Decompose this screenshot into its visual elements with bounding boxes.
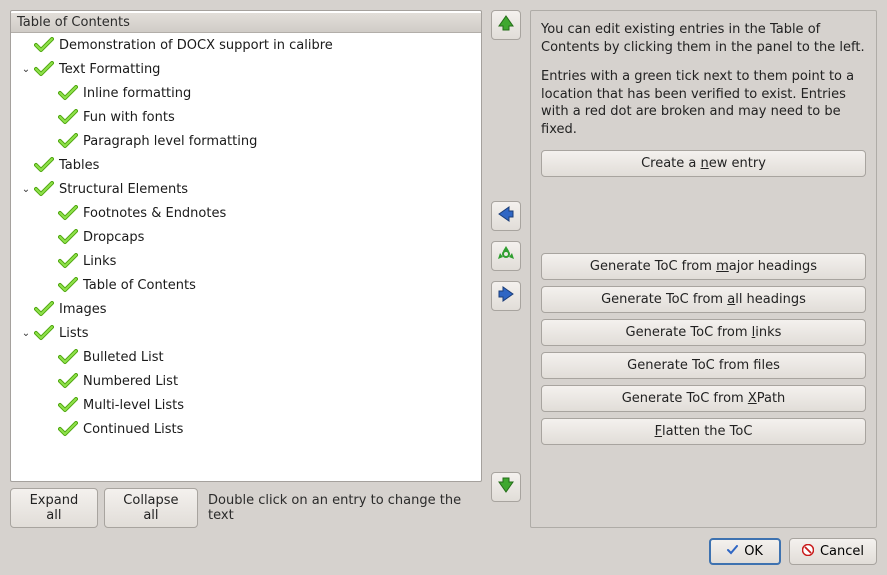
toc-item[interactable]: Tables bbox=[11, 153, 481, 177]
toc-tree-header: Table of Contents bbox=[11, 13, 481, 33]
toc-item-label: Dropcaps bbox=[83, 230, 144, 245]
collapse-icon[interactable]: ⌄ bbox=[19, 184, 33, 195]
cancel-icon bbox=[802, 544, 814, 560]
edit-hint: Double click on an entry to change the t… bbox=[208, 493, 482, 523]
generate-links-button[interactable]: Generate ToC from links bbox=[541, 319, 866, 346]
toc-item-label: Tables bbox=[59, 158, 99, 173]
toc-item-label: Table of Contents bbox=[83, 278, 196, 293]
verified-tick-icon bbox=[57, 349, 79, 365]
verified-tick-icon bbox=[57, 205, 79, 221]
toc-item-label: Fun with fonts bbox=[83, 110, 175, 125]
generate-xpath-button[interactable]: Generate ToC from XPath bbox=[541, 385, 866, 412]
toc-item[interactable]: Links bbox=[11, 249, 481, 273]
refresh-button[interactable] bbox=[491, 241, 521, 271]
arrow-up-icon bbox=[497, 14, 515, 36]
flatten-toc-button[interactable]: Flatten the ToC bbox=[541, 418, 866, 445]
cancel-button[interactable]: Cancel bbox=[789, 538, 877, 565]
toc-item-label: Multi-level Lists bbox=[83, 398, 184, 413]
toc-item-label: Text Formatting bbox=[59, 62, 160, 77]
toc-item[interactable]: Multi-level Lists bbox=[11, 393, 481, 417]
toc-tree-panel[interactable]: Table of Contents Demonstration of DOCX … bbox=[10, 10, 482, 482]
toc-item-label: Footnotes & Endnotes bbox=[83, 206, 226, 221]
toc-item[interactable]: Continued Lists bbox=[11, 417, 481, 441]
ok-button[interactable]: OK bbox=[709, 538, 781, 565]
description-2: Entries with a green tick next to them p… bbox=[541, 68, 866, 138]
arrow-down-icon bbox=[497, 476, 515, 498]
verified-tick-icon bbox=[57, 109, 79, 125]
toc-item[interactable]: Footnotes & Endnotes bbox=[11, 201, 481, 225]
toc-item[interactable]: Fun with fonts bbox=[11, 105, 481, 129]
outdent-button[interactable] bbox=[491, 201, 521, 231]
toc-item-label: Images bbox=[59, 302, 107, 317]
toc-item[interactable]: Numbered List bbox=[11, 369, 481, 393]
move-up-button[interactable] bbox=[491, 10, 521, 40]
toc-item-label: Lists bbox=[59, 326, 89, 341]
verified-tick-icon bbox=[33, 325, 55, 341]
toc-item-label: Inline formatting bbox=[83, 86, 191, 101]
toc-item[interactable]: Images bbox=[11, 297, 481, 321]
verified-tick-icon bbox=[33, 37, 55, 53]
toc-item-label: Paragraph level formatting bbox=[83, 134, 257, 149]
collapse-icon[interactable]: ⌄ bbox=[19, 328, 33, 339]
generate-major-headings-button[interactable]: Generate ToC from major headings bbox=[541, 253, 866, 280]
generate-files-button[interactable]: Generate ToC from files bbox=[541, 352, 866, 379]
check-icon bbox=[727, 544, 738, 559]
toc-item[interactable]: Bulleted List bbox=[11, 345, 481, 369]
verified-tick-icon bbox=[57, 229, 79, 245]
verified-tick-icon bbox=[33, 157, 55, 173]
expand-all-button[interactable]: Expand all bbox=[10, 488, 98, 528]
toc-item[interactable]: Inline formatting bbox=[11, 81, 481, 105]
toc-item[interactable]: Paragraph level formatting bbox=[11, 129, 481, 153]
arrow-right-icon bbox=[497, 285, 515, 307]
verified-tick-icon bbox=[57, 253, 79, 269]
toc-item-label: Structural Elements bbox=[59, 182, 188, 197]
toc-item-label: Continued Lists bbox=[83, 422, 183, 437]
create-new-entry-button[interactable]: Create a new entry bbox=[541, 150, 866, 177]
move-down-button[interactable] bbox=[491, 472, 521, 502]
description-1: You can edit existing entries in the Tab… bbox=[541, 21, 866, 56]
verified-tick-icon bbox=[33, 181, 55, 197]
generate-all-headings-button[interactable]: Generate ToC from all headings bbox=[541, 286, 866, 313]
collapse-all-button[interactable]: Collapse all bbox=[104, 488, 198, 528]
toc-item[interactable]: Table of Contents bbox=[11, 273, 481, 297]
collapse-icon[interactable]: ⌄ bbox=[19, 64, 33, 75]
toc-item[interactable]: ⌄ Text Formatting bbox=[11, 57, 481, 81]
verified-tick-icon bbox=[57, 277, 79, 293]
verified-tick-icon bbox=[33, 61, 55, 77]
right-panel: You can edit existing entries in the Tab… bbox=[530, 10, 877, 528]
verified-tick-icon bbox=[57, 85, 79, 101]
toc-item-label: Numbered List bbox=[83, 374, 178, 389]
toc-item[interactable]: ⌄ Lists bbox=[11, 321, 481, 345]
toc-item[interactable]: ⌄ Structural Elements bbox=[11, 177, 481, 201]
toc-item-label: Bulleted List bbox=[83, 350, 164, 365]
verified-tick-icon bbox=[57, 133, 79, 149]
toc-item[interactable]: Dropcaps bbox=[11, 225, 481, 249]
verified-tick-icon bbox=[57, 373, 79, 389]
toc-item-label: Links bbox=[83, 254, 116, 269]
indent-button[interactable] bbox=[491, 281, 521, 311]
recycle-icon bbox=[497, 245, 515, 267]
toc-item[interactable]: Demonstration of DOCX support in calibre bbox=[11, 33, 481, 57]
verified-tick-icon bbox=[57, 397, 79, 413]
verified-tick-icon bbox=[57, 421, 79, 437]
verified-tick-icon bbox=[33, 301, 55, 317]
arrow-left-icon bbox=[497, 205, 515, 227]
toc-item-label: Demonstration of DOCX support in calibre bbox=[59, 38, 333, 53]
